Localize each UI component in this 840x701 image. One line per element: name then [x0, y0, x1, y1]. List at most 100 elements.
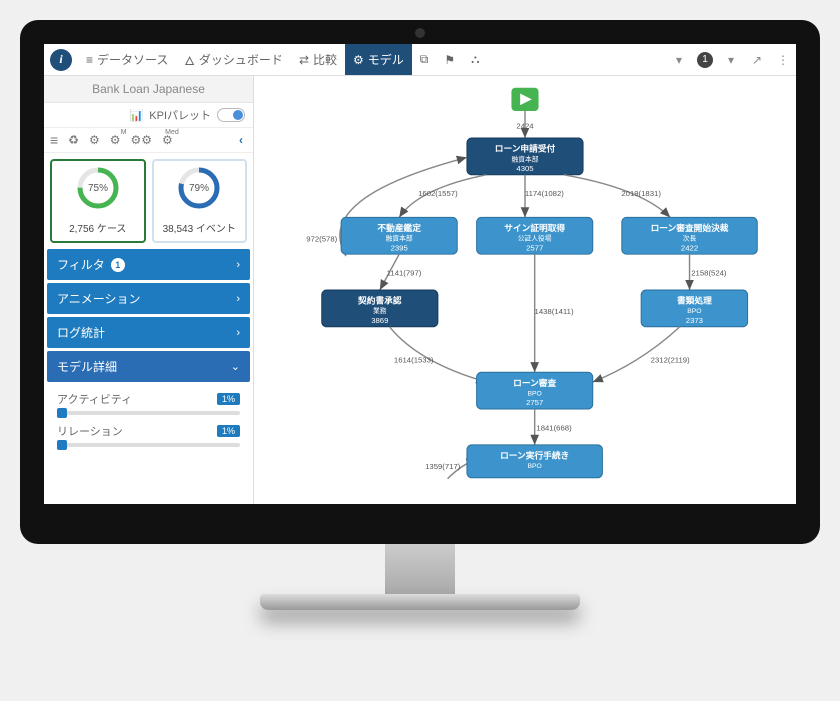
accordion-detail[interactable]: モデル詳細 ⌄	[47, 351, 250, 382]
node-contract-approval[interactable]: 契約書承認 業務 3869	[322, 290, 438, 327]
gear-double-icon[interactable]: ⚙⚙	[130, 133, 152, 147]
svg-text:3869: 3869	[371, 316, 388, 325]
accordion-animation[interactable]: アニメーション ›	[47, 283, 250, 314]
node-loan-review-start[interactable]: ローン審査開始決裁 次長 2422	[622, 217, 758, 254]
node-loan-application[interactable]: ローン申請受付 融資本部 4305	[467, 138, 583, 175]
accordion-logstats[interactable]: ログ統計 ›	[47, 317, 250, 348]
nav-datasource-label: データソース	[97, 51, 168, 68]
nav-dashboard-label: ダッシュボード	[199, 51, 283, 68]
chart-icon: 📊	[130, 109, 144, 122]
start-node[interactable]	[511, 88, 538, 111]
edge-n3-n7-label: 1438(1411)	[535, 307, 574, 316]
nav-extra-2[interactable]: ⚑	[436, 44, 463, 75]
slider-relation: リレーション 1%	[57, 423, 240, 447]
slider-relation-label: リレーション	[57, 423, 123, 439]
svg-text:ローン審査開始決裁: ローン審査開始決裁	[651, 222, 729, 233]
slider-activity-label: アクティビティ	[57, 391, 132, 407]
donut-cases-label: 2,756 ケース	[54, 220, 142, 235]
donut-events[interactable]: 79% 38,543 イベント	[152, 159, 248, 243]
nav-extra-1[interactable]: ⧉	[412, 44, 437, 75]
sidebar: Bank Loan Japanese 📊 KPIパレット ≡ ♻ ⚙ ⚙M ⚙⚙…	[44, 76, 254, 504]
svg-text:2422: 2422	[681, 243, 698, 252]
kpi-palette-label: KPIパレット	[149, 107, 211, 123]
slider-activity-track[interactable]	[57, 411, 240, 415]
refresh-icon[interactable]: ♻	[68, 133, 79, 147]
svg-text:ローン審査: ローン審査	[513, 377, 556, 388]
accordion-filter-badge: 1	[111, 258, 125, 272]
edge-n1-n3-label: 1174(1082)	[525, 189, 564, 198]
node-loan-execution[interactable]: ローン実行手続き BPO	[467, 445, 603, 478]
chevron-down-icon: ⌄	[231, 360, 240, 373]
svg-text:次長: 次長	[683, 234, 697, 243]
edge-n7-n8-label: 1841(668)	[536, 423, 572, 432]
gears-icon: ⚙	[353, 53, 364, 67]
gear-med-icon[interactable]: ⚙Med	[162, 133, 173, 147]
nav-compare[interactable]: ⇄ 比較	[291, 44, 345, 75]
nav-model[interactable]: ⚙ モデル	[345, 44, 412, 75]
svg-text:融資本部: 融資本部	[386, 234, 413, 243]
dropdown-caret-icon[interactable]: ▾	[718, 53, 744, 67]
chevron-right-icon: ›	[236, 259, 240, 271]
toolbar-row: ≡ ♻ ⚙ ⚙M ⚙⚙ ⚙Med ‹	[44, 128, 253, 153]
svg-text:ローン申請受付: ローン申請受付	[495, 143, 556, 154]
nav-datasource[interactable]: ≡ データソース	[78, 44, 176, 75]
accordion-filter[interactable]: フィルタ 1 ›	[47, 249, 250, 280]
gear-m-icon[interactable]: ⚙M	[110, 133, 121, 147]
svg-text:BPO: BPO	[687, 308, 701, 315]
nav-compare-label: 比較	[313, 51, 337, 68]
more-icon[interactable]: ⋮	[770, 53, 796, 67]
svg-text:契約書承認: 契約書承認	[357, 295, 402, 306]
compare-icon: ⇄	[299, 53, 309, 67]
edge-n5-n7-label: 1614(1533)	[394, 356, 434, 365]
node-sign-certificate[interactable]: サイン証明取得 公証人役場 2577	[477, 217, 593, 254]
info-icon[interactable]: i	[50, 49, 72, 71]
accordion-logstats-label: ログ統計	[57, 324, 105, 341]
svg-text:4305: 4305	[516, 164, 533, 173]
diagram-canvas[interactable]: 2424 ローン申請受付 融資本部 4305 1602(1557) 1174(1…	[254, 76, 796, 504]
slider-activity: アクティビティ 1%	[57, 391, 240, 415]
svg-text:書類処理: 書類処理	[677, 295, 712, 306]
flag-icon: ⚑	[444, 53, 455, 67]
svg-text:2577: 2577	[526, 243, 543, 252]
edge-n4-n6-label: 2158(524)	[691, 268, 727, 277]
svg-text:業務: 業務	[373, 306, 387, 315]
filter-icon[interactable]: ▾	[666, 53, 692, 67]
slider-relation-pct: 1%	[217, 425, 240, 437]
donut-row: 75% 2,756 ケース 79% 38,543 イベント	[44, 153, 253, 249]
filter-badge[interactable]: 1	[692, 51, 718, 68]
svg-text:ローン実行手続き: ローン実行手続き	[500, 449, 569, 460]
accordion-animation-label: アニメーション	[57, 290, 141, 307]
edge-n1-n4-label: 2019(1831)	[621, 189, 661, 198]
donut-events-label: 38,543 イベント	[156, 220, 244, 235]
project-name: Bank Loan Japanese	[44, 76, 253, 103]
edge-n2-n5-label: 1141(797)	[387, 268, 422, 277]
accordion: フィルタ 1 › アニメーション › ログ統計 › モデル詳細	[44, 249, 253, 457]
node-loan-review[interactable]: ローン審査 BPO 2757	[477, 372, 593, 409]
node-document-processing[interactable]: 書類処理 BPO 2373	[641, 290, 747, 327]
gear-icon[interactable]: ⚙	[89, 133, 100, 147]
svg-text:2373: 2373	[686, 316, 703, 325]
share-icon[interactable]: ↗	[744, 53, 770, 67]
edge-n6-n7-label: 2312(2119)	[651, 356, 690, 365]
nav-dashboard[interactable]: 🜂 ダッシュボード	[176, 44, 291, 75]
chevron-right-icon: ›	[236, 327, 240, 339]
svg-text:融資本部: 融資本部	[511, 154, 538, 163]
edge-loop-left-label: 972(578)	[306, 235, 337, 244]
svg-text:不動産鑑定: 不動産鑑定	[377, 222, 421, 233]
top-nav: i ≡ データソース 🜂 ダッシュボード ⇄ 比較 ⚙ モデル ⧉ ⚑ ⛬ ▾ …	[44, 44, 796, 76]
kpi-toggle[interactable]	[217, 108, 245, 122]
gauge-icon: 🜂	[184, 47, 195, 72]
graph-icon: ⧉	[420, 52, 429, 67]
list-icon: ≡	[86, 53, 93, 67]
donut-cases[interactable]: 75% 2,756 ケース	[50, 159, 146, 243]
collapse-sidebar-icon[interactable]: ‹	[235, 133, 247, 147]
nav-extra-3[interactable]: ⛬	[463, 44, 487, 75]
edge-n1-n2-label: 1602(1557)	[418, 189, 458, 198]
hamburger-icon[interactable]: ≡	[50, 132, 58, 148]
node-real-estate-appraisal[interactable]: 不動産鑑定 融資本部 2395	[341, 217, 457, 254]
slider-activity-pct: 1%	[217, 393, 240, 405]
slider-relation-track[interactable]	[57, 443, 240, 447]
donut-cases-pct: 75%	[88, 183, 108, 194]
svg-text:2757: 2757	[526, 398, 543, 407]
svg-text:BPO: BPO	[528, 390, 542, 397]
